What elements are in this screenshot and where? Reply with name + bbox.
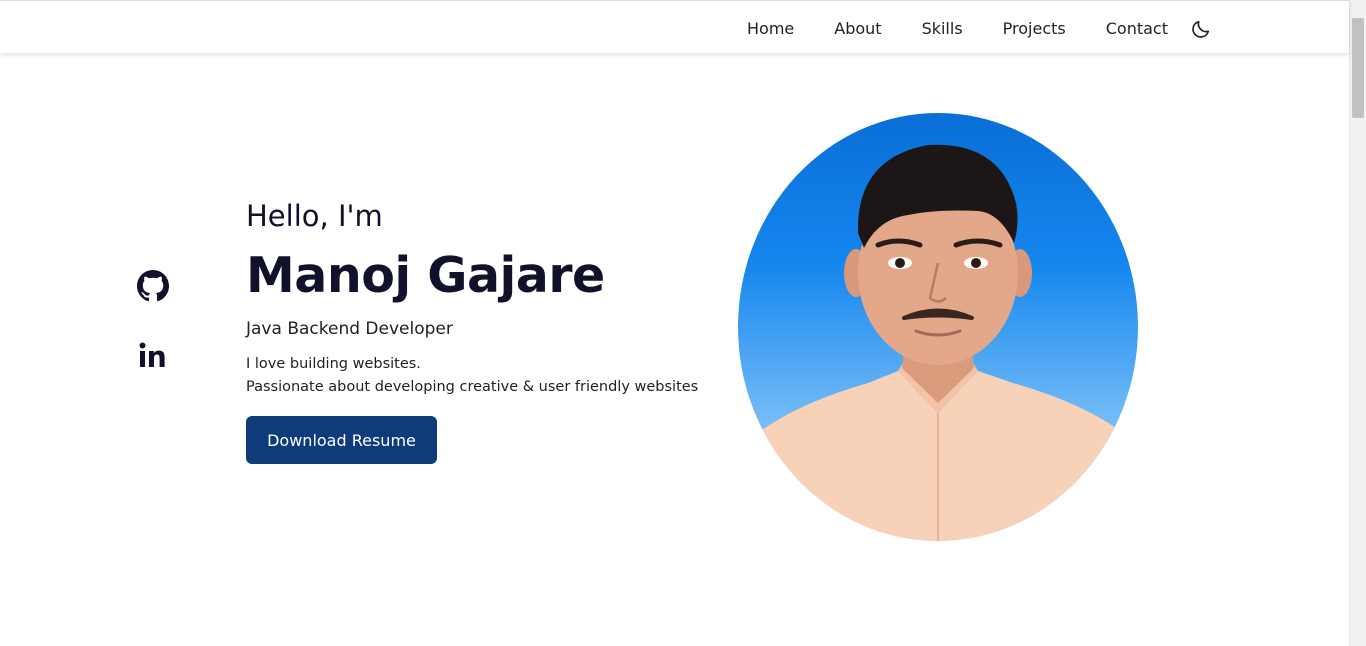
download-resume-button[interactable]: Download Resume — [246, 416, 437, 464]
vertical-scrollbar[interactable] — [1349, 0, 1366, 646]
nav-link-contact[interactable]: Contact — [1106, 19, 1168, 39]
page: Home About Skills Projects Contact Hello… — [0, 0, 1366, 646]
hero-name: Manoj Gajare — [246, 247, 605, 304]
hero-description-line2: Passionate about developing creative & u… — [246, 379, 699, 395]
profile-photo — [738, 113, 1138, 541]
nav-link-about[interactable]: About — [834, 19, 881, 39]
linkedin-icon[interactable] — [137, 340, 169, 372]
nav-link-skills[interactable]: Skills — [922, 19, 963, 39]
scrollbar-thumb[interactable] — [1352, 18, 1364, 118]
hero-description-line1: I love building websites. — [246, 356, 421, 372]
profile-photo-illustration — [738, 144, 1138, 541]
social-links — [137, 270, 169, 410]
site-header: Home About Skills Projects Contact — [0, 0, 1349, 53]
nav-link-projects[interactable]: Projects — [1003, 19, 1066, 39]
github-icon[interactable] — [137, 270, 169, 302]
greeting-text: Hello, I'm — [246, 199, 383, 233]
main-nav: Home About Skills Projects Contact — [747, 18, 1212, 40]
hero-role: Java Backend Developer — [246, 319, 453, 339]
nav-link-home[interactable]: Home — [747, 19, 794, 39]
moon-icon[interactable] — [1190, 18, 1212, 40]
